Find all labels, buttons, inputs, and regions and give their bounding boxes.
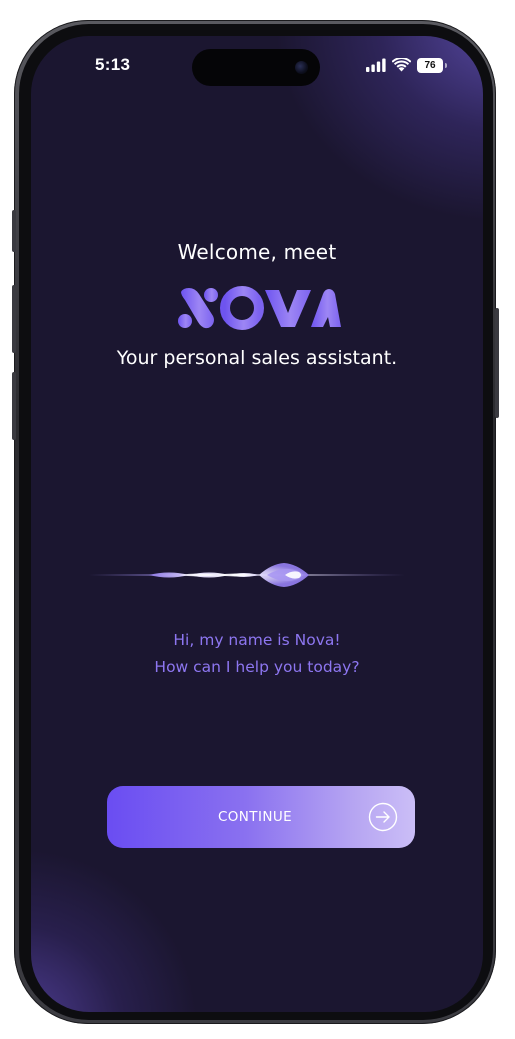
continue-button[interactable]: CONTINUE	[107, 786, 415, 848]
greeting-line-1: Hi, my name is Nova!	[173, 631, 341, 649]
battery-tip	[445, 62, 447, 68]
battery-icon: 76	[417, 57, 447, 73]
nova-logo	[178, 286, 341, 330]
tagline: Your personal sales assistant.	[116, 347, 398, 369]
battery-level: 76	[424, 59, 436, 71]
app-screen: 5:13 76 Welcome, meet Your personal sale…	[31, 36, 483, 1012]
power-button	[495, 308, 499, 418]
volume-up-button	[12, 285, 16, 353]
status-icons: 76	[366, 57, 447, 73]
signal-icon	[366, 58, 386, 72]
greeting-line-2: How can I help you today?	[154, 658, 360, 676]
arrow-right-circle-icon	[368, 802, 398, 832]
dynamic-island	[192, 49, 320, 86]
volume-down-button	[12, 372, 16, 440]
voice-waveform-icon	[89, 563, 405, 587]
camera-icon	[295, 61, 308, 74]
status-time: 5:13	[95, 55, 131, 74]
continue-label: CONTINUE	[217, 809, 293, 825]
wifi-icon	[392, 58, 411, 72]
assistant-greeting: Hi, my name is Nova! How can I help you …	[31, 627, 483, 681]
welcome-heading: Welcome, meet	[177, 240, 337, 264]
status-bar: 5:13 76	[31, 36, 483, 96]
action-button	[12, 210, 16, 252]
